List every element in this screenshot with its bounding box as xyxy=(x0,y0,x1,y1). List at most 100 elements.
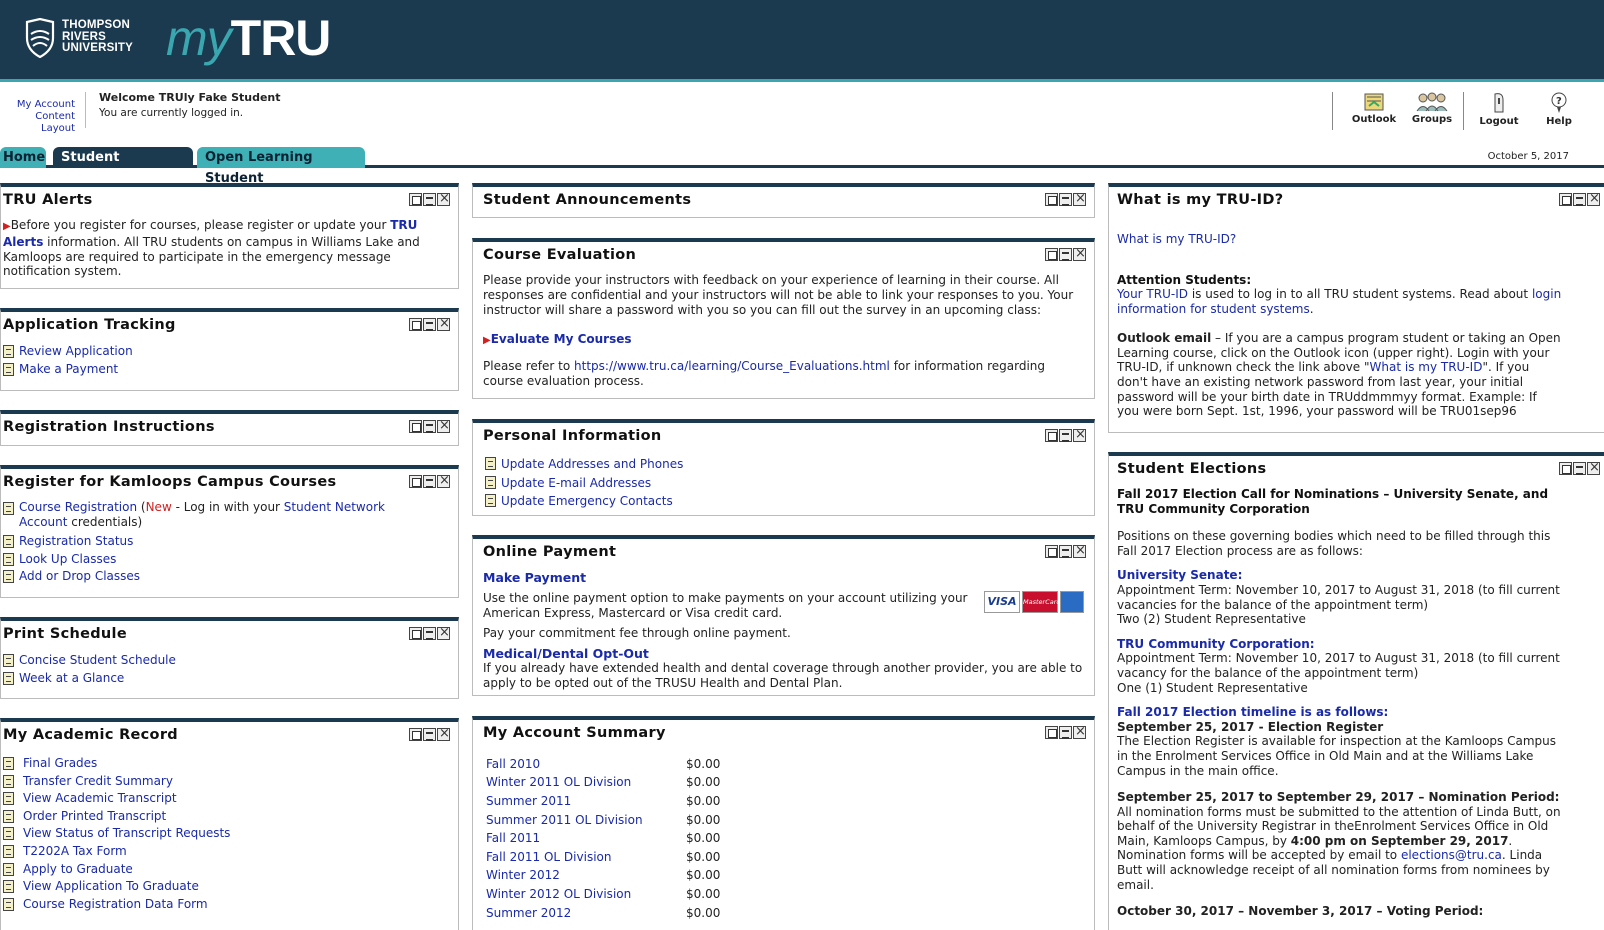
table-row: Summer 2011 $0.00 xyxy=(486,793,721,808)
divider xyxy=(1332,92,1333,130)
close-icon[interactable] xyxy=(437,473,450,488)
list-item[interactable]: Week at a Glance xyxy=(3,670,176,688)
edit-icon[interactable] xyxy=(423,627,436,640)
close-icon[interactable] xyxy=(437,191,450,206)
table-row: Winter 2011 OL Division $0.00 xyxy=(486,775,721,790)
what-is-truid-link[interactable]: What is my TRU-ID? xyxy=(1117,232,1236,246)
maximize-icon[interactable] xyxy=(409,193,422,206)
maximize-icon[interactable] xyxy=(1559,462,1572,475)
edit-icon[interactable] xyxy=(1059,429,1072,442)
maximize-icon[interactable] xyxy=(1559,193,1572,206)
outlook-button[interactable]: Outlook xyxy=(1346,92,1402,125)
edit-icon[interactable] xyxy=(1573,193,1586,206)
portlet-controls xyxy=(1045,191,1086,206)
table-row: Summer 2011 OL Division $0.00 xyxy=(486,812,721,827)
mytru-logo[interactable]: myTRU xyxy=(166,6,331,70)
evaluate-my-courses-link[interactable]: Evaluate My Courses xyxy=(491,332,632,346)
edit-icon[interactable] xyxy=(1059,545,1072,558)
tab-home[interactable]: Home xyxy=(0,147,46,168)
list-item[interactable]: Add or Drop Classes xyxy=(3,568,428,586)
list-item[interactable]: Concise Student Schedule xyxy=(3,652,176,670)
academic-record-portlet: My Academic Record Final Grades Transfer… xyxy=(0,718,459,930)
course-evaluations-url-link[interactable]: https://www.tru.ca/learning/Course_Evalu… xyxy=(574,359,890,373)
student-announcements-portlet: Student Announcements xyxy=(472,183,1095,218)
help-button[interactable]: ? Help xyxy=(1539,92,1579,127)
list-item[interactable]: Review Application xyxy=(3,343,133,361)
nav-tabs: Home Student Resources Open Learning Stu… xyxy=(0,147,1604,186)
table-row: Fall 2010 $0.00 xyxy=(486,756,721,771)
list-item[interactable]: View Application To Graduate xyxy=(3,878,230,896)
close-icon[interactable] xyxy=(1073,543,1086,558)
maximize-icon[interactable] xyxy=(1045,248,1058,261)
edit-icon[interactable] xyxy=(1573,462,1586,475)
close-icon[interactable] xyxy=(1073,246,1086,261)
tab-student-resources[interactable]: Student Resources xyxy=(53,147,193,186)
app-tracking-list: Review Application Make a Payment xyxy=(3,343,133,378)
groups-button[interactable]: Groups xyxy=(1404,92,1460,125)
list-item[interactable]: View Academic Transcript xyxy=(3,790,230,808)
what-is-my-truid-inline-link[interactable]: What is my TRU-ID xyxy=(1370,360,1483,374)
edit-icon[interactable] xyxy=(423,318,436,331)
content-layout-link[interactable]: Content Layout xyxy=(0,111,75,135)
maximize-icon[interactable] xyxy=(1045,726,1058,739)
close-icon[interactable] xyxy=(437,726,450,741)
edit-icon[interactable] xyxy=(1059,248,1072,261)
close-icon[interactable] xyxy=(1073,191,1086,206)
list-item[interactable]: Update E-mail Addresses xyxy=(485,474,683,493)
university-name[interactable]: THOMPSON RIVERS UNIVERSITY xyxy=(62,19,133,55)
my-account-link[interactable]: My Account xyxy=(0,99,75,111)
close-icon[interactable] xyxy=(437,418,450,433)
list-item[interactable]: Registration Status xyxy=(3,533,428,551)
maximize-icon[interactable] xyxy=(409,728,422,741)
portlet-title: My Academic Record xyxy=(3,727,178,743)
edit-icon[interactable] xyxy=(1059,193,1072,206)
portlet-controls xyxy=(1559,460,1600,475)
your-truid-link[interactable]: Your TRU-ID xyxy=(1117,287,1188,301)
maximize-icon[interactable] xyxy=(409,318,422,331)
portlet-controls xyxy=(1045,427,1086,442)
maximize-icon[interactable] xyxy=(1045,545,1058,558)
personal-list: Update Addresses and Phones Update E-mai… xyxy=(485,455,683,511)
online-payment-portlet: Online Payment VISA MasterCard Make Paym… xyxy=(472,535,1095,696)
list-item[interactable]: Final Grades xyxy=(3,755,230,773)
list-item[interactable]: Apply to Graduate xyxy=(3,861,230,879)
student-elections-portlet: Student Elections Fall 2017 Election Cal… xyxy=(1108,452,1604,930)
close-icon[interactable] xyxy=(1587,191,1600,206)
document-icon xyxy=(3,552,14,566)
tab-open-learning-student[interactable]: Open Learning Student xyxy=(197,147,365,186)
course-evaluation-portlet: Course Evaluation Please provide your in… xyxy=(472,238,1095,399)
close-icon[interactable] xyxy=(1587,460,1600,475)
make-payment-link[interactable]: Make Payment xyxy=(483,570,586,585)
course-eval-body: Please provide your instructors with fee… xyxy=(483,273,1083,389)
list-item[interactable]: Order Printed Transcript xyxy=(3,808,230,826)
edit-icon[interactable] xyxy=(423,420,436,433)
list-item[interactable]: T2202A Tax Form xyxy=(3,843,230,861)
edit-icon[interactable] xyxy=(1059,726,1072,739)
account-summary-table: Fall 2010 $0.00 Winter 2011 OL Division $0… xyxy=(486,755,720,922)
close-icon[interactable] xyxy=(437,316,450,331)
edit-icon[interactable] xyxy=(423,193,436,206)
list-item: Course Registration (New - Log in with y… xyxy=(3,500,428,530)
list-item[interactable]: Transfer Credit Summary xyxy=(3,773,230,791)
list-item[interactable]: Make a Payment xyxy=(3,361,133,379)
close-icon[interactable] xyxy=(1073,427,1086,442)
portlet-title: My Account Summary xyxy=(483,725,666,741)
list-item[interactable]: Course Registration Data Form xyxy=(3,896,230,914)
close-icon[interactable] xyxy=(1073,724,1086,739)
maximize-icon[interactable] xyxy=(409,420,422,433)
maximize-icon[interactable] xyxy=(409,475,422,488)
portlet-title: Personal Information xyxy=(483,428,662,444)
logout-button[interactable]: Logout xyxy=(1474,92,1524,127)
close-icon[interactable] xyxy=(437,625,450,640)
list-item[interactable]: View Status of Transcript Requests xyxy=(3,825,230,843)
edit-icon[interactable] xyxy=(423,475,436,488)
maximize-icon[interactable] xyxy=(1045,429,1058,442)
maximize-icon[interactable] xyxy=(409,627,422,640)
medical-dental-optout-link[interactable]: Medical/Dental Opt-Out xyxy=(483,646,1083,661)
elections-email-link[interactable]: elections@tru.ca xyxy=(1401,848,1502,862)
list-item[interactable]: Update Emergency Contacts xyxy=(485,492,683,511)
edit-icon[interactable] xyxy=(423,728,436,741)
maximize-icon[interactable] xyxy=(1045,193,1058,206)
list-item[interactable]: Look Up Classes xyxy=(3,551,428,569)
list-item[interactable]: Update Addresses and Phones xyxy=(485,455,683,474)
